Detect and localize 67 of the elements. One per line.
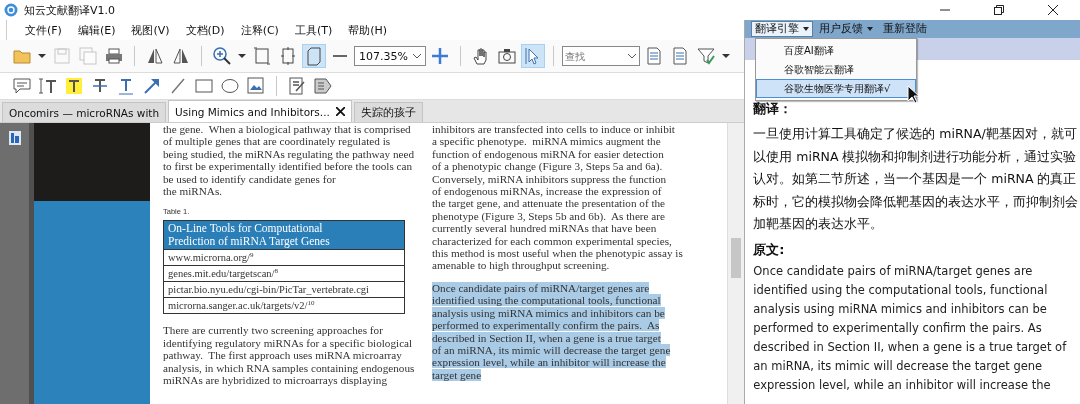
chevron-icon xyxy=(413,53,421,59)
flip-icon xyxy=(145,46,165,66)
floppies-icon xyxy=(78,46,98,66)
table-cell-text: www.microrna.org/$^{9}$ xyxy=(167,250,255,266)
floppy-icon xyxy=(52,46,72,66)
menu-item[interactable]: 文件(F) xyxy=(17,22,70,38)
document-tab[interactable]: Oncomirs — microRNAs with xyxy=(2,102,167,122)
section-heading: 原文: xyxy=(753,241,786,258)
table-cell: pictar.bio.nyu.edu/cgi-bin/PicTar_vertebrate.cgi xyxy=(164,281,404,298)
flip-icon xyxy=(171,46,191,66)
caret-icon xyxy=(38,54,46,58)
bookmark-icon[interactable] xyxy=(8,131,21,145)
page-icon xyxy=(252,46,272,66)
caret-icon xyxy=(238,54,246,58)
translation-text: 一旦使用计算工具确定了候选的 miRNA/靶基因对，就可 以使用 miRNA 模拟物和抑制剂进行功能分析，通过实验 认对。如第二节所述，当一个基因是一个 miRNA 的真正 标时，它的模拟物会降低靶基因的表达水平，而抑制剂会 加靶基因的表达水平。 xyxy=(753,125,1080,233)
camera-icon xyxy=(497,46,517,66)
plus-icon xyxy=(430,46,450,66)
document-tab[interactable]: Using Mimics and Inhibitors... xyxy=(168,100,352,122)
menu-item[interactable]: 工具(T) xyxy=(286,22,341,38)
filter-icon xyxy=(696,46,716,66)
edit-note-icon xyxy=(287,76,307,96)
document-icon xyxy=(670,46,690,66)
line-icon xyxy=(168,76,188,96)
toolbar-button[interactable] xyxy=(521,44,545,68)
paragraph: There are currently two screening approaches for identifying regulatory miRNAs for a specific biological pathway. The first approach uses miRNA microarray analysis, in which RNA samples containing endogenous miRNAs are hybridized to microarrays displaying xyxy=(163,324,416,387)
image-icon xyxy=(246,76,266,96)
menu-item[interactable]: 文档(D) xyxy=(177,22,233,38)
text-box-icon xyxy=(38,76,58,96)
scrollbar[interactable] xyxy=(727,123,745,404)
page-icon xyxy=(278,46,298,66)
highlighter-icon xyxy=(64,76,84,96)
panel-menu-button[interactable]: 重新登陆 xyxy=(879,21,932,37)
app-logo-icon xyxy=(4,3,18,17)
menu-option[interactable]: 谷歌智能云翻译 xyxy=(756,60,916,79)
ellipse-icon xyxy=(220,76,240,96)
table-cell: microrna.sanger.ac.uk/targets/v2/$^{10}$ xyxy=(164,297,404,314)
zoom-in-icon xyxy=(212,46,232,66)
table-header: On-Line Tools for Computational Prediction of miRNA Target Genes xyxy=(164,221,404,251)
stamp-icon xyxy=(313,76,333,96)
paragraph: Once candidate pairs of miRNA/target genes are identified using the computational tools, functional analysis using miRNA mimics and inhibitors can be performed to experimentally confirm the pairs. As described in Section II, when a gene is a true target of an miRNA, its mimic will decrease the target gene expression level, while an inhibitor will increase the target gene xyxy=(432,281,672,382)
window-title: 知云文献翻译V1.0 xyxy=(24,2,116,18)
page-icon xyxy=(304,46,324,66)
menu-item[interactable]: 帮助(H) xyxy=(340,22,396,38)
panel-menu-button[interactable]: 翻译引擎 xyxy=(751,21,814,37)
underline-icon xyxy=(116,76,136,96)
menu-item[interactable]: 注释(C) xyxy=(232,22,287,38)
menu-item[interactable]: 视图(V) xyxy=(123,22,178,38)
close-icon[interactable] xyxy=(335,107,345,116)
menu-option[interactable]: 谷歌生物医学专用翻译√ xyxy=(756,79,916,98)
table-cell: genes.mit.edu/targetscan/$^{8}$ xyxy=(164,265,404,282)
minus-icon xyxy=(333,55,347,57)
paragraph: the gene. When a biological pathway that is comprised of multiple genes that are coordinately regulated is being studied, the miRNAs regulating the pathway need to first be experimentally identified before the tools can be used to identify candidate genes for the miRNAs. xyxy=(163,123,416,198)
section-heading: 翻译： xyxy=(753,101,794,117)
close-icon xyxy=(1048,5,1058,15)
menu-item[interactable]: 编辑(E) xyxy=(69,22,124,38)
paragraph: inhibitors are transfected into cells to induce or inhibit a specific phenotype. miRNA mimics augment the function of endogenous miRNA for easier detection of a phenotypic change (Figure 3, Steps 5a and 6a). Conversely, miRNA inhibitors suppress the function of endogenous miRNAs, increase the expression of the target gene, and attenuate the presentation of the phenotype (Figure 3, Steps 5b and 6b). As there are currently several hundred miRNAs that have been characterized for each common experimental species, this method is most useful when the phenotypic assay is amenable to high throughput screening. xyxy=(432,123,684,272)
arrow-icon xyxy=(142,76,162,96)
document-icon xyxy=(644,46,664,66)
rectangle-icon xyxy=(194,76,214,96)
panel-menu-button[interactable]: 用户反馈 xyxy=(815,21,878,37)
zoom-dropdown[interactable]: 107.35% xyxy=(354,46,426,66)
restore-icon xyxy=(994,5,1004,15)
speech-bubble-icon xyxy=(12,76,32,96)
caret-icon xyxy=(722,54,730,58)
original-text: Once candidate pairs of miRNA/target genes are identified using the computational tools, functional analysis using miRNA mimics and inhibitors can be performed to experimentally confirm the pairs. As described in Section II, when a gene is a true target of an miRNA, its mimic will decrease the target gene expression level, while an inhibitor will increase the xyxy=(753,262,1068,394)
document-tab[interactable]: 失踪的孩子 xyxy=(353,102,423,122)
printer-icon xyxy=(104,46,124,66)
